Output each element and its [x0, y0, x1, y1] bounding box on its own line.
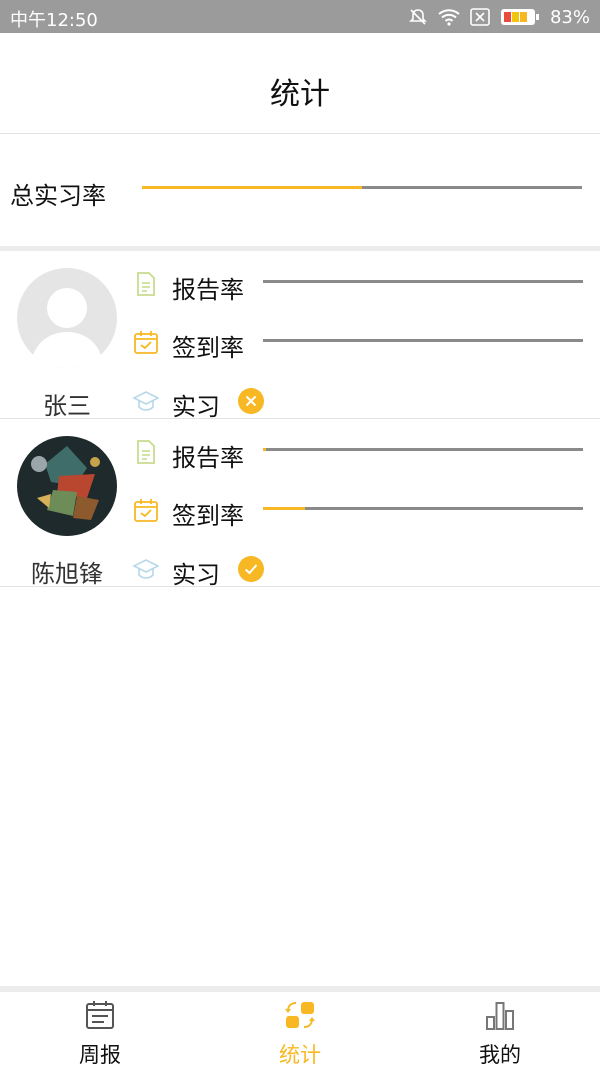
interning-check-icon	[238, 556, 264, 582]
title-bar: 统计	[0, 33, 600, 134]
nav-label-stats: 统计	[279, 1043, 321, 1067]
avatar	[17, 436, 117, 536]
calendar-icon	[84, 999, 116, 1031]
signin-rate-progress	[263, 507, 583, 510]
calendar-check-icon	[133, 329, 159, 355]
nav-tab-stats[interactable]: 统计	[200, 992, 400, 1067]
student-name: 陈旭锋	[31, 560, 103, 588]
not-interning-x-icon	[238, 388, 264, 414]
nav-label-weekly: 周报	[79, 1043, 121, 1067]
status-bar: 中午12:50 83%	[0, 0, 600, 33]
total-rate-progress	[142, 186, 582, 189]
student-name: 张三	[43, 392, 91, 420]
report-icon	[133, 271, 159, 297]
status-time: 中午12:50	[10, 10, 98, 31]
student-card[interactable]: 张三 报告率 签到率 实习	[0, 251, 600, 421]
bar-chart-icon	[484, 999, 516, 1031]
report-rate-label: 报告率	[172, 276, 244, 304]
graduation-cap-icon	[132, 556, 160, 582]
intern-label: 实习	[172, 561, 220, 589]
wifi-icon	[438, 8, 460, 26]
signin-rate-label: 签到率	[172, 334, 244, 362]
battery-percent: 83%	[549, 6, 590, 28]
bottom-nav: 周报 统计 我的	[0, 992, 600, 1067]
report-icon	[133, 439, 159, 465]
calendar-check-icon	[133, 497, 159, 523]
report-rate-progress	[263, 448, 583, 451]
student-card[interactable]: 陈旭锋 报告率 签到率 实习	[0, 419, 600, 589]
nav-label-mine: 我的	[479, 1043, 521, 1067]
report-rate-fill	[263, 448, 267, 451]
nav-tab-mine[interactable]: 我的	[400, 992, 600, 1067]
signin-rate-progress	[263, 339, 583, 342]
avatar	[17, 268, 117, 368]
total-rate-label: 总实习率	[10, 182, 106, 210]
mute-icon	[408, 7, 428, 27]
signin-rate-fill	[263, 507, 305, 510]
intern-label: 实习	[172, 393, 220, 421]
total-rate-section: 总实习率	[0, 134, 600, 246]
page-title: 统计	[270, 77, 330, 112]
stats-swap-icon	[284, 999, 316, 1031]
graduation-cap-icon	[132, 388, 160, 414]
battery-icon	[500, 7, 540, 27]
signin-rate-label: 签到率	[172, 502, 244, 530]
nav-tab-weekly[interactable]: 周报	[0, 992, 200, 1067]
status-icons: 83%	[408, 5, 590, 29]
total-rate-fill	[142, 186, 362, 189]
report-rate-label: 报告率	[172, 444, 244, 472]
report-rate-progress	[263, 280, 583, 283]
sim-x-icon	[470, 8, 490, 26]
